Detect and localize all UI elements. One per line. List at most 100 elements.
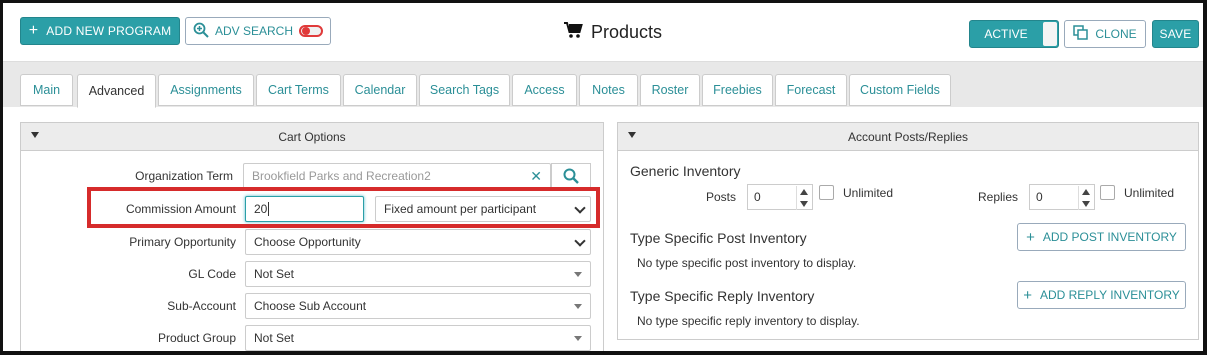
gl-code-select[interactable]: Not Set [245,261,591,287]
cart-options-header[interactable]: Cart Options [21,123,603,151]
tab-assignments[interactable]: Assignments [158,74,254,106]
tab-custom-fields[interactable]: Custom Fields [849,74,951,106]
sub-account-label: Sub-Account [167,299,236,313]
tab-notes[interactable]: Notes [579,74,638,106]
spinner-up-icon[interactable] [800,189,808,195]
collapse-triangle-icon[interactable] [31,132,39,138]
posts-unlimited-label: Unlimited [843,186,894,200]
spinner-up-icon[interactable] [1082,189,1090,195]
tab-advanced[interactable]: Advanced [77,74,156,108]
clone-label: CLONE [1095,27,1137,41]
tab-label: Freebies [713,83,762,97]
add-new-program-button[interactable]: + ADD NEW PROGRAM [20,17,180,45]
adv-search-button[interactable]: ADV SEARCH [185,17,331,45]
add-reply-inventory-button[interactable]: + ADD REPLY INVENTORY [1017,281,1186,309]
sub-account-value: Choose Sub Account [254,299,367,313]
gl-code-value: Not Set [254,267,295,281]
tab-label: Roster [651,83,689,97]
tab-label: Search Tags [429,83,500,97]
org-term-input[interactable]: Brookfield Parks and Recreation2 ✕ [243,163,551,189]
replies-value: 0 [1036,190,1043,204]
account-posts-title: Account Posts/Replies [847,129,969,144]
replies-input[interactable]: 0 [1029,184,1095,210]
page-title-text: Products [591,22,663,42]
replies-unlimited-label: Unlimited [1124,186,1175,200]
type-reply-inventory-title: Type Specific Reply Inventory [630,288,815,304]
spinner-down-icon[interactable] [1082,201,1090,207]
type-post-inventory-title: Type Specific Post Inventory [630,230,807,246]
search-icon [563,168,579,184]
active-toggle[interactable]: ACTIVE [969,20,1059,48]
search-plus-icon [193,22,209,41]
primary-opportunity-select[interactable]: Choose Opportunity [245,229,591,255]
no-post-inventory-text: No type specific post inventory to displ… [637,256,857,270]
sub-account-select[interactable]: Choose Sub Account [245,293,591,319]
page-title: Products [563,21,662,44]
tab-forecast[interactable]: Forecast [775,74,847,106]
tab-roster[interactable]: Roster [640,74,700,106]
active-label: ACTIVE [984,27,1028,41]
tab-label: Calendar [354,83,406,97]
tab-label: Cart Terms [268,83,329,97]
tab-label: Forecast [786,83,836,97]
clone-icon [1073,24,1089,44]
save-button[interactable]: SAVE [1152,20,1199,48]
primary-opportunity-value: Choose Opportunity [254,235,361,249]
cart-options-title: Cart Options [278,129,346,144]
spinner-down-icon[interactable] [800,201,808,207]
replies-unlimited-checkbox[interactable] [1100,185,1115,200]
posts-unlimited-checkbox[interactable] [819,185,834,200]
app-window: + ADD NEW PROGRAM ADV SEARCH Products AC… [0,0,1207,355]
tab-search-tags[interactable]: Search Tags [419,74,510,106]
save-label: SAVE [1159,27,1192,41]
org-term-search-button[interactable] [551,163,591,189]
posts-spinner[interactable] [796,186,810,210]
add-new-program-label: ADD NEW PROGRAM [46,24,172,38]
primary-opportunity-label: Primary Opportunity [129,235,236,249]
generic-inventory-title: Generic Inventory [630,163,741,179]
tab-label: Notes [592,83,625,97]
chevron-down-icon [574,235,586,247]
adv-search-toggle[interactable] [299,25,324,37]
caret-down-icon [574,272,582,277]
gl-code-label: GL Code [188,267,236,281]
plus-icon: + [1026,228,1035,246]
posts-label: Posts [706,190,737,204]
replies-spinner[interactable] [1078,186,1092,210]
product-group-label: Product Group [157,331,236,345]
clone-button[interactable]: CLONE [1064,20,1146,48]
tab-label: Assignments [170,83,242,97]
tab-cart-terms[interactable]: Cart Terms [256,74,341,106]
add-post-inventory-label: ADD POST INVENTORY [1042,230,1177,244]
highlight-annotation [87,187,600,228]
caret-down-icon [574,304,582,309]
adv-search-label: ADV SEARCH [214,24,294,38]
tab-label: Custom Fields [860,83,940,97]
org-term-placeholder: Brookfield Parks and Recreation2 [252,169,431,183]
tab-label: Access [524,83,565,97]
tab-bar: Main Advanced Assignments Cart Terms Cal… [3,61,1203,108]
add-post-inventory-button[interactable]: + ADD POST INVENTORY [1017,223,1186,251]
posts-value: 0 [754,190,761,204]
posts-input[interactable]: 0 [747,184,813,210]
product-group-value: Not Set [254,331,295,345]
top-toolbar: + ADD NEW PROGRAM ADV SEARCH Products AC… [3,3,1203,61]
add-reply-inventory-label: ADD REPLY INVENTORY [1039,288,1180,302]
caret-down-icon [574,336,582,341]
tab-main[interactable]: Main [20,74,73,106]
shopping-cart-icon [563,21,583,44]
replies-label: Replies [978,190,1019,204]
plus-icon: + [28,22,39,39]
plus-icon: + [1023,286,1032,304]
account-posts-header[interactable]: Account Posts/Replies [618,123,1198,151]
tab-freebies[interactable]: Freebies [702,74,773,106]
tab-access[interactable]: Access [512,74,577,106]
active-toggle-knob [1043,22,1057,46]
collapse-triangle-icon[interactable] [628,132,636,138]
tab-label: Main [32,83,61,97]
org-term-label: Organization Term [135,169,233,183]
clear-icon[interactable]: ✕ [530,168,542,185]
tab-calendar[interactable]: Calendar [343,74,417,106]
product-group-select[interactable]: Not Set [245,325,591,351]
no-reply-inventory-text: No type specific reply inventory to disp… [637,314,860,328]
